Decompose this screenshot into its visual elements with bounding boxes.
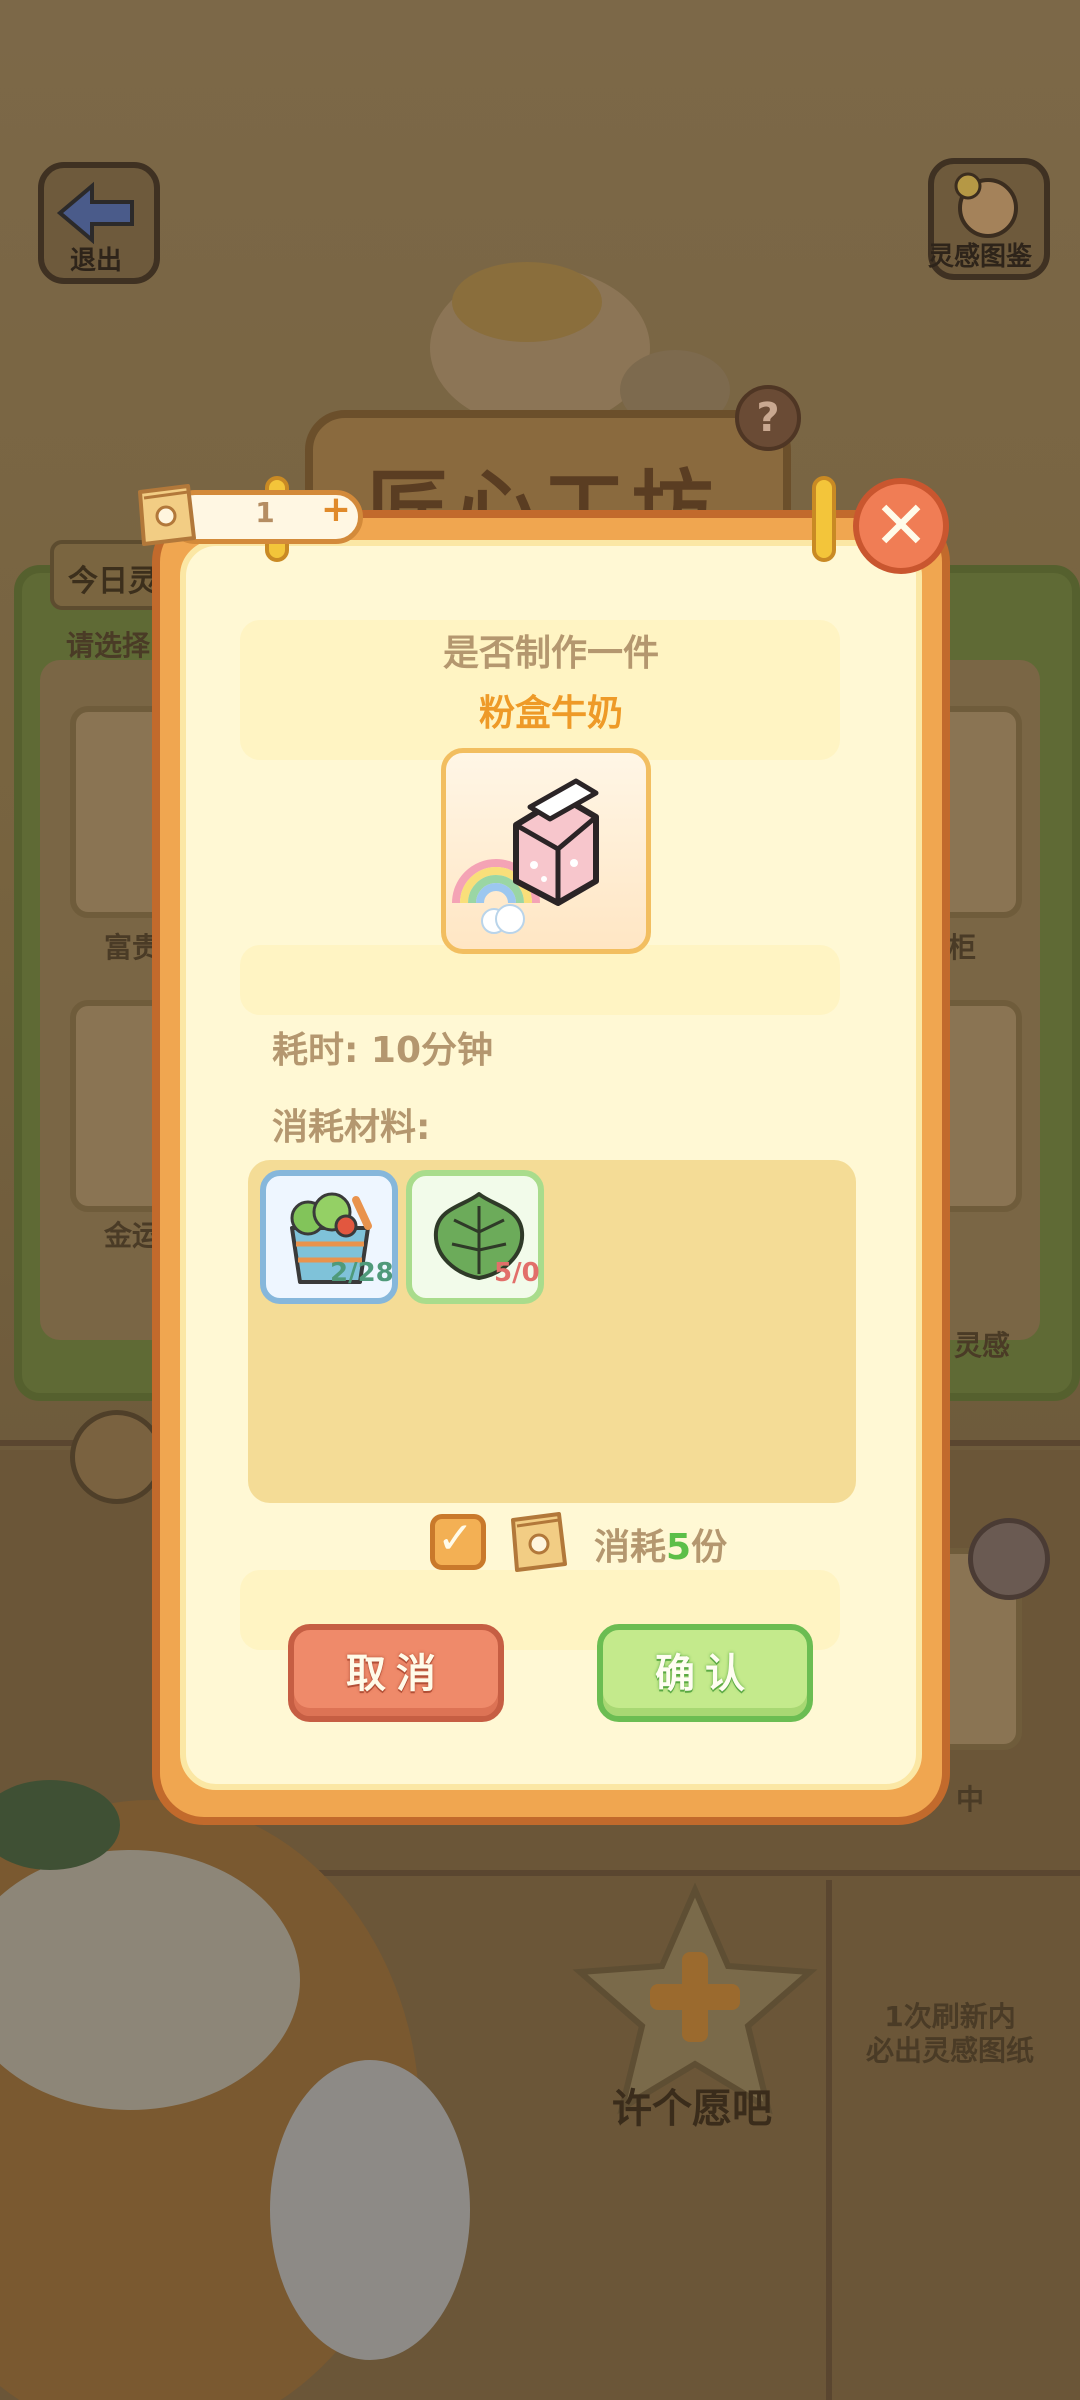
add-ticket-button[interactable]: +	[318, 492, 354, 528]
item-name: 粉盒牛奶	[478, 693, 623, 734]
paper-bag-icon	[511, 1512, 567, 1572]
ticket-count: 1	[255, 496, 275, 529]
item-preview	[441, 748, 651, 954]
cancel-button[interactable]: 取消	[288, 1624, 504, 1722]
close-button[interactable]: ✕	[853, 478, 949, 574]
game-screen: { "background": { "exit_label": "退出", "g…	[0, 0, 1080, 2400]
mascot-wing	[270, 2060, 470, 2360]
pumpkin-icon	[70, 1410, 164, 1504]
consume-note: 消耗5份	[594, 1518, 727, 1570]
confirm-button[interactable]: 确认	[597, 1624, 813, 1722]
help-button[interactable]: ?	[735, 385, 801, 451]
inspiration-gallery-label: 灵感图鉴	[928, 242, 1033, 272]
exit-label: 退出	[70, 246, 123, 276]
material-count: 2/28	[330, 1258, 394, 1288]
recipe-card-label: 柜	[948, 931, 977, 964]
dialog-question: 是否制作一件	[442, 633, 659, 674]
pink-milk-carton-icon	[452, 778, 599, 934]
checkmark-icon: ✓	[437, 1513, 474, 1564]
floor-divider	[826, 1880, 832, 2400]
dialog-band	[240, 945, 840, 1015]
today-tab-label: 今日灵	[68, 564, 158, 599]
in-progress-label: 中	[956, 1783, 985, 1816]
craft-time: 耗时: 10分钟	[272, 1030, 494, 1071]
consume-ticket-checkbox[interactable]: ✓	[430, 1513, 486, 1570]
material-count: 5/0	[494, 1258, 540, 1288]
dialog-pin	[812, 476, 836, 562]
materials-label: 消耗材料:	[272, 1107, 431, 1148]
consume-amount: 5	[666, 1527, 692, 1568]
background-close-icon	[968, 1518, 1050, 1600]
mascot-book-icon	[954, 172, 1018, 238]
mascot-hat	[452, 262, 602, 342]
select-hint: 请选择	[66, 629, 151, 662]
exit-button[interactable]: 退出	[38, 162, 160, 284]
question-mark-icon: ?	[756, 395, 780, 441]
recipe-card-label: 灵感	[954, 1329, 1011, 1362]
refresh-note-line: 必出灵感图纸	[865, 2034, 1034, 2067]
refresh-note-line: 1次刷新内	[884, 2000, 1016, 2033]
consume-prefix: 消耗	[594, 1527, 667, 1568]
wish-label: 许个愿吧	[612, 2086, 772, 2132]
refresh-note: 1次刷新内 必出灵感图纸	[830, 2000, 1070, 2068]
close-icon: ✕	[873, 487, 929, 564]
back-arrow-icon	[56, 181, 134, 245]
paper-bag-icon	[138, 484, 196, 546]
consume-suffix: 份	[691, 1527, 728, 1568]
